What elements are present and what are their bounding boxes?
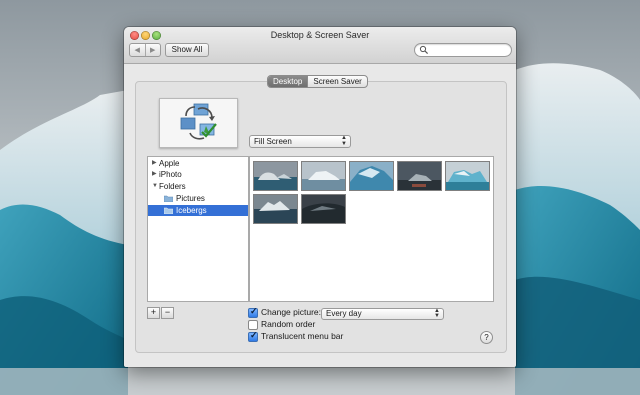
source-label: Icebergs bbox=[176, 206, 207, 215]
thumbnail-iceberg-1[interactable] bbox=[253, 161, 298, 191]
source-label: Pictures bbox=[176, 194, 205, 203]
tab-desktop[interactable]: Desktop bbox=[268, 76, 308, 87]
search-field[interactable] bbox=[414, 43, 512, 57]
source-item-pictures[interactable]: Pictures bbox=[148, 193, 248, 204]
fit-mode-popup[interactable]: Fill Screen ▲ ▼ bbox=[249, 135, 351, 148]
disclosure-triangle-icon[interactable]: ▶ bbox=[152, 169, 157, 180]
title-bar: Desktop & Screen Saver ◀ ▶ Show All bbox=[124, 27, 516, 64]
fit-mode-value: Fill Screen bbox=[254, 137, 292, 146]
popup-arrows-icon: ▲ ▼ bbox=[341, 135, 347, 147]
preferences-window: Desktop & Screen Saver ◀ ▶ Show All Desk… bbox=[124, 27, 516, 367]
checkmark-icon: ✓ bbox=[250, 329, 258, 340]
thumbnail-iceberg-5[interactable] bbox=[445, 161, 490, 191]
search-icon bbox=[419, 45, 429, 55]
folder-icon bbox=[164, 195, 173, 202]
source-label: Folders bbox=[159, 182, 186, 191]
random-order-label: Random order bbox=[261, 319, 316, 329]
rotating-pictures-icon bbox=[180, 103, 217, 140]
thumbnail-iceberg-3[interactable] bbox=[349, 161, 394, 191]
change-picture-checkbox[interactable]: ✓ bbox=[248, 305, 258, 318]
random-order-checkbox[interactable] bbox=[248, 319, 258, 330]
image-source-list[interactable]: ▶ Apple ▶ iPhoto ▼ Folders Pictures Iceb… bbox=[147, 156, 249, 302]
desktop-preview-well[interactable] bbox=[159, 98, 238, 148]
thumbnail-iceberg-4[interactable] bbox=[397, 161, 442, 191]
change-picture-label: Change picture: bbox=[261, 307, 322, 317]
folder-icon bbox=[164, 207, 173, 214]
window-title: Desktop & Screen Saver bbox=[270, 30, 370, 40]
translucent-menu-bar-option[interactable]: ✓ Translucent menu bar bbox=[248, 329, 344, 342]
change-interval-popup[interactable]: Every day ▲ ▼ bbox=[321, 308, 444, 320]
show-all-button[interactable]: Show All bbox=[165, 43, 209, 57]
source-item-iphoto[interactable]: ▶ iPhoto bbox=[148, 169, 248, 180]
disclosure-triangle-icon[interactable]: ▼ bbox=[152, 181, 158, 192]
random-order-option[interactable]: Random order bbox=[248, 319, 315, 330]
disclosure-triangle-icon[interactable]: ▶ bbox=[152, 158, 157, 169]
change-interval-value: Every day bbox=[326, 309, 362, 318]
source-label: iPhoto bbox=[159, 170, 182, 179]
checkmark-icon: ✓ bbox=[250, 305, 258, 316]
add-folder-button[interactable]: + bbox=[147, 307, 160, 319]
source-item-apple[interactable]: ▶ Apple bbox=[148, 158, 248, 169]
forward-button[interactable]: ▶ bbox=[144, 44, 161, 56]
source-item-folders[interactable]: ▼ Folders bbox=[148, 181, 248, 192]
help-button[interactable]: ? bbox=[480, 331, 493, 344]
thumbnail-iceberg-6[interactable] bbox=[253, 194, 298, 224]
back-button[interactable]: ◀ bbox=[130, 44, 145, 56]
thumbnail-iceberg-7[interactable] bbox=[301, 194, 346, 224]
change-picture-option[interactable]: ✓ Change picture: bbox=[248, 305, 322, 318]
source-item-icebergs[interactable]: Icebergs bbox=[148, 205, 248, 216]
remove-folder-button[interactable]: − bbox=[161, 307, 174, 319]
list-edit-buttons: + − bbox=[147, 307, 175, 319]
translucent-menu-bar-label: Translucent menu bar bbox=[261, 331, 344, 341]
popup-arrows-icon: ▲ ▼ bbox=[434, 308, 440, 319]
thumbnail-iceberg-2[interactable] bbox=[301, 161, 346, 191]
back-forward-group: ◀ ▶ bbox=[129, 43, 161, 57]
translucent-menu-bar-checkbox[interactable]: ✓ bbox=[248, 329, 258, 342]
picture-grid[interactable] bbox=[249, 156, 494, 302]
pane-tabs: Desktop Screen Saver bbox=[267, 75, 368, 88]
tab-screen-saver[interactable]: Screen Saver bbox=[307, 76, 366, 87]
source-label: Apple bbox=[159, 159, 180, 168]
